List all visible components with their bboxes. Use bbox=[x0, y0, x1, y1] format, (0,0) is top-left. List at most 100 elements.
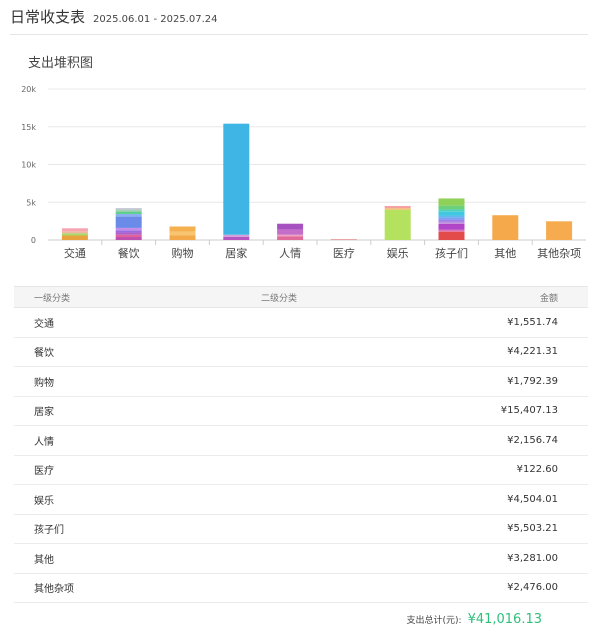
cell-level1: 餐饮 bbox=[34, 348, 54, 360]
cell-level1: 医疗 bbox=[34, 466, 54, 478]
report-header: 日常收支表 2025.06.01 - 2025.07.24 bbox=[10, 6, 218, 28]
cell-amount: ¥2,476.00 bbox=[507, 582, 558, 594]
cell-amount: ¥2,156.74 bbox=[507, 434, 558, 446]
col-header-level2: 二级分类 bbox=[260, 293, 297, 304]
bar-segment bbox=[438, 217, 465, 220]
bar-segment bbox=[61, 233, 88, 236]
table-row: 其他杂项 ¥2,476.00 bbox=[14, 574, 588, 603]
bar-segment bbox=[115, 213, 142, 217]
cell-amount: ¥4,504.01 bbox=[507, 493, 558, 505]
cell-level1: 购物 bbox=[34, 377, 54, 389]
bar-segment bbox=[438, 223, 465, 230]
bar-segment bbox=[546, 221, 573, 240]
bar-segment bbox=[61, 231, 88, 234]
y-tick-label: 10k bbox=[21, 161, 36, 170]
x-tick-label: 孩子们 bbox=[435, 246, 468, 260]
total-value: ¥41,016.13 bbox=[467, 612, 542, 627]
y-tick-label: 0 bbox=[31, 236, 36, 245]
bar-segment bbox=[438, 205, 465, 210]
bar-segment bbox=[223, 236, 250, 240]
bar-segment bbox=[277, 234, 304, 237]
expense-table: 一级分类 二级分类 金额 交通 ¥1,551.74 餐饮 ¥4,221.31 购物 ¥1,… bbox=[14, 286, 588, 603]
bar-segment bbox=[169, 235, 196, 240]
bar-segment bbox=[492, 215, 519, 240]
cell-amount: ¥122.60 bbox=[516, 464, 558, 476]
bar-segment bbox=[115, 208, 142, 211]
bar-segment bbox=[438, 219, 465, 222]
cell-amount: ¥3,281.00 bbox=[507, 552, 558, 564]
x-tick-label: 餐饮 bbox=[118, 246, 140, 260]
bar-segment bbox=[277, 223, 304, 230]
cell-level1: 居家 bbox=[34, 407, 54, 419]
x-tick-label: 购物 bbox=[172, 246, 194, 260]
chart-title: 支出堆积图 bbox=[28, 56, 94, 71]
header-divider bbox=[10, 34, 588, 35]
cell-level1: 交通 bbox=[34, 318, 54, 330]
bar-segment bbox=[438, 215, 465, 218]
table-row: 医疗 ¥122.60 bbox=[14, 456, 588, 485]
bar-segment bbox=[169, 231, 196, 236]
table-row: 居家 ¥15,407.13 bbox=[14, 397, 588, 426]
date-range: 2025.06.01 - 2025.07.24 bbox=[93, 14, 218, 25]
x-tick-label: 居家 bbox=[225, 246, 247, 260]
table-row: 其他 ¥3,281.00 bbox=[14, 544, 588, 574]
bar-segment bbox=[384, 209, 411, 240]
page-title: 日常收支表 bbox=[10, 8, 86, 26]
bar-segment bbox=[61, 235, 88, 240]
bar-segment bbox=[115, 211, 142, 214]
bar-segment bbox=[438, 209, 465, 212]
table-row: 餐饮 ¥4,221.31 bbox=[14, 338, 588, 367]
x-tick-label: 交通 bbox=[64, 246, 86, 260]
bar-segment bbox=[438, 231, 465, 240]
bar-segment bbox=[438, 211, 465, 216]
table-row: 交通 ¥1,551.74 bbox=[14, 308, 588, 338]
x-tick-label: 其他 bbox=[494, 247, 516, 260]
y-tick-label: 5k bbox=[26, 198, 36, 207]
bar-segment bbox=[115, 234, 142, 237]
cell-level1: 人情 bbox=[34, 436, 54, 448]
bar-segment bbox=[438, 221, 465, 224]
col-header-amount: 金额 bbox=[539, 293, 558, 304]
bar-segment bbox=[277, 229, 304, 235]
y-tick-label: 15k bbox=[21, 123, 36, 132]
bar-segment bbox=[384, 205, 411, 209]
table-row: 人情 ¥2,156.74 bbox=[14, 426, 588, 456]
stacked-bar-chart: 0 5k 10k 15k 20k 交通 餐饮 购物 居家 人情 医疗 娱乐 孩子们 其他 其他杂项 bbox=[21, 85, 586, 260]
bar-segment bbox=[61, 228, 88, 232]
bar-segment bbox=[115, 230, 142, 233]
cell-amount: ¥5,503.21 bbox=[507, 523, 558, 535]
cell-amount: ¥1,792.39 bbox=[507, 375, 558, 387]
total-label: 支出总计(元): bbox=[406, 616, 462, 626]
cell-amount: ¥4,221.31 bbox=[507, 346, 558, 358]
bar-segment bbox=[384, 208, 411, 210]
col-header-level1: 一级分类 bbox=[34, 293, 71, 304]
bar-segment bbox=[115, 216, 142, 228]
cell-level1: 娱乐 bbox=[34, 495, 54, 507]
bar-segment bbox=[223, 123, 250, 235]
bar-segment bbox=[115, 232, 142, 235]
table-header: 一级分类 二级分类 金额 bbox=[14, 286, 588, 308]
bar-segment bbox=[115, 227, 142, 231]
bar-segment bbox=[330, 239, 357, 240]
table-body: 交通 ¥1,551.74 餐饮 ¥4,221.31 购物 ¥1,792.39 居家 ¥15,4… bbox=[14, 308, 588, 603]
table-row: 孩子们 ¥5,503.21 bbox=[14, 515, 588, 544]
table-row: 购物 ¥1,792.39 bbox=[14, 367, 588, 397]
cell-level1: 其他 bbox=[34, 554, 54, 566]
bar-segment bbox=[438, 198, 465, 206]
expense-chart: 0 5k 10k 15k 20k 交通 餐饮 购物 居家 人情 医疗 娱乐 孩子们 其他 其他杂项 支出堆积… bbox=[14, 42, 588, 278]
bar-segment bbox=[277, 236, 304, 240]
table-row: 娱乐 ¥4,504.01 bbox=[14, 485, 588, 515]
x-tick-label: 其他杂项 bbox=[537, 247, 581, 260]
x-tick-label: 医疗 bbox=[333, 246, 355, 260]
x-tick-label: 人情 bbox=[279, 247, 301, 260]
cell-amount: ¥15,407.13 bbox=[500, 405, 558, 417]
y-tick-label: 20k bbox=[21, 85, 36, 94]
bar-segment bbox=[115, 210, 142, 212]
total-summary: 支出总计(元): ¥41,016.13 bbox=[407, 612, 543, 627]
bar-segment bbox=[438, 229, 465, 232]
bar-segment bbox=[169, 226, 196, 232]
bar-segment bbox=[115, 236, 142, 240]
cell-level1: 其他杂项 bbox=[34, 584, 74, 596]
x-tick-label: 娱乐 bbox=[387, 246, 409, 260]
cell-amount: ¥1,551.74 bbox=[507, 316, 558, 328]
